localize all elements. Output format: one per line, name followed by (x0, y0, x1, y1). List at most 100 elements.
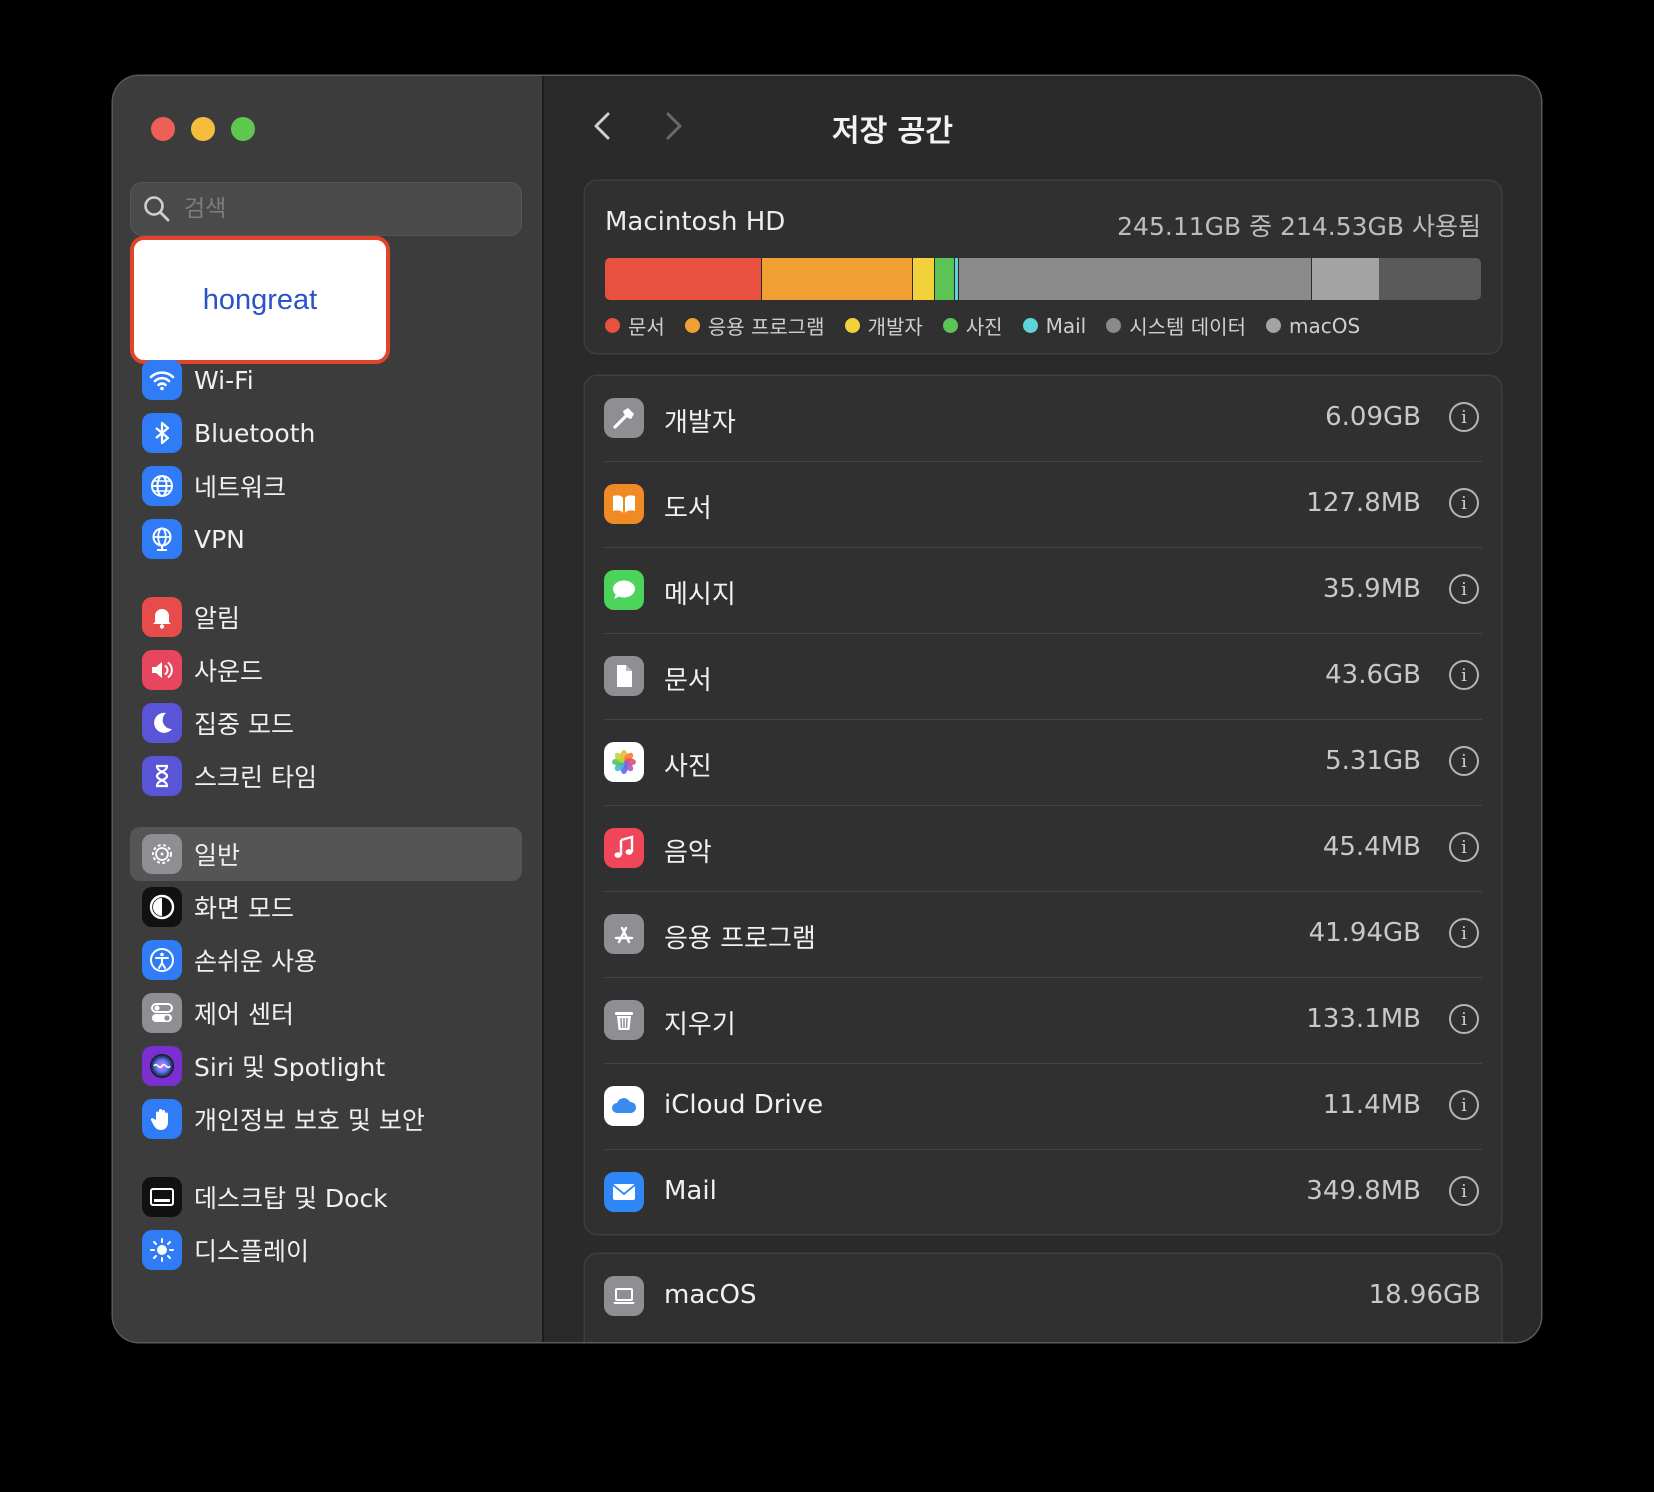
speaker-icon (142, 650, 182, 690)
settings-window: hongreat Wi-Fi Bluetooth 네트워크 VPN 알림사운드집중 모드… (113, 76, 1541, 1342)
sidebar-item-label: VPN (194, 524, 245, 554)
sidebar-item[interactable]: 화면 모드 (130, 880, 522, 934)
zoom-window-button[interactable] (231, 117, 255, 141)
storage-category-row[interactable]: macOS 18.96GB (585, 1254, 1501, 1340)
disk-name: Macintosh HD (605, 207, 786, 237)
app-store-icon (604, 914, 644, 954)
search-input[interactable] (182, 195, 506, 223)
storage-category-row[interactable]: 문서 43.6GB i (585, 634, 1501, 720)
appearance-icon (142, 887, 182, 927)
sidebar-item[interactable]: VPN (130, 512, 522, 566)
category-label: 응용 프로그램 (664, 924, 816, 954)
category-size: 41.94GB (1308, 918, 1421, 948)
moon-icon (142, 703, 182, 743)
sidebar-item[interactable]: Wi-Fi (130, 353, 522, 407)
sidebar-item-label: 일반 (194, 841, 241, 870)
sidebar-item[interactable]: 제어 센터 (130, 986, 522, 1040)
legend-dot (1106, 318, 1122, 333)
account-card[interactable]: hongreat (130, 236, 390, 364)
account-name: hongreat (202, 283, 318, 316)
vpn-globe-icon (142, 519, 182, 559)
sidebar-item-label: 데스크탑 및 Dock (194, 1184, 388, 1213)
sidebar-item-label: 스크린 타임 (194, 763, 317, 792)
hand-icon (142, 1099, 182, 1139)
storage-category-row[interactable]: Mail 349.8MB i (585, 1150, 1501, 1236)
system-storage-list: macOS 18.96GB (585, 1254, 1501, 1342)
info-icon[interactable]: i (1449, 488, 1479, 518)
legend-dot (942, 318, 958, 333)
sidebar-item[interactable]: 집중 모드 (130, 696, 522, 750)
sidebar-item[interactable]: 사운드 (130, 643, 522, 697)
usage-bar-segment (934, 258, 955, 300)
sidebar-item[interactable]: Siri 및 Spotlight (130, 1039, 522, 1093)
minimize-window-button[interactable] (191, 117, 215, 141)
storage-category-row[interactable]: 지우기 133.1MB i (585, 978, 1501, 1064)
forward-chevron-icon[interactable] (652, 106, 692, 146)
sidebar-item[interactable]: 스크린 타임 (130, 749, 522, 803)
sidebar-item[interactable]: 개인정보 보호 및 보안 (130, 1092, 522, 1146)
sidebar-item[interactable]: Bluetooth (130, 406, 522, 460)
bell-icon (142, 597, 182, 637)
info-icon[interactable]: i (1449, 832, 1479, 862)
info-icon[interactable]: i (1449, 402, 1479, 432)
category-label: macOS (664, 1280, 757, 1310)
category-size: 133.1MB (1306, 1004, 1421, 1034)
storage-category-row[interactable]: 사진 5.31GB i (585, 720, 1501, 806)
legend-label: 문서 (628, 315, 665, 339)
category-size: 11.4MB (1322, 1090, 1421, 1120)
category-label: iCloud Drive (664, 1090, 824, 1120)
storage-category-row[interactable]: 도서 127.8MB i (585, 462, 1501, 548)
storage-category-row[interactable]: 음악 45.4MB i (585, 806, 1501, 892)
category-size: 18.96GB (1368, 1280, 1481, 1310)
legend-label: Mail (1045, 313, 1087, 338)
info-icon[interactable]: i (1449, 1090, 1479, 1120)
back-chevron-icon[interactable] (584, 106, 624, 146)
category-size: 43.6GB (1325, 660, 1421, 690)
sidebar-item[interactable]: 데스크탑 및 Dock (130, 1170, 522, 1224)
sidebar-item[interactable]: 디스플레이 (130, 1223, 522, 1277)
sidebar-item-label: 개인정보 보호 및 보안 (194, 1106, 425, 1135)
storage-category-row[interactable]: 메시지 35.9MB i (585, 548, 1501, 634)
info-icon[interactable]: i (1449, 660, 1479, 690)
info-icon[interactable]: i (1449, 746, 1479, 776)
legend-item: 응용 프로그램 (684, 311, 825, 340)
sidebar-item-label: 알림 (194, 604, 241, 633)
sidebar-item[interactable]: 알림 (130, 590, 522, 644)
category-label: 음악 (664, 838, 712, 868)
legend-dot (844, 318, 860, 333)
storage-category-row[interactable]: iCloud Drive 11.4MB i (585, 1064, 1501, 1150)
storage-category-row[interactable]: 응용 프로그램 41.94GB i (585, 892, 1501, 978)
info-icon[interactable]: i (1449, 918, 1479, 948)
category-label: 개발자 (664, 408, 736, 438)
usage-bar-segment (760, 258, 912, 300)
usage-bar-segment (605, 258, 761, 300)
storage-category-row[interactable]: 개발자 6.09GB i (585, 376, 1501, 462)
legend-item: macOS (1265, 311, 1360, 340)
category-label: 도서 (664, 494, 712, 524)
close-window-button[interactable] (151, 117, 175, 141)
storage-category-list: 개발자 6.09GB i 도서 127.8MB i 메시지 35.9MB i 문서 43.6GB i 사… (585, 376, 1501, 1234)
legend-dot (1022, 318, 1038, 333)
sidebar-item-label: Bluetooth (194, 418, 316, 448)
document-icon (604, 656, 644, 696)
cloud-icon (604, 1086, 644, 1126)
toggles-icon (142, 993, 182, 1033)
legend-label: 개발자 (867, 315, 923, 339)
sidebar-item[interactable]: 네트워크 (130, 459, 522, 513)
laptop-icon (604, 1276, 644, 1316)
category-size: 127.8MB (1306, 488, 1421, 518)
sidebar-item-label: 디스플레이 (194, 1237, 310, 1266)
globe-icon (142, 466, 182, 506)
category-label: 지우기 (664, 1010, 736, 1040)
gear-icon (142, 834, 182, 874)
sidebar-item[interactable]: 손쉬운 사용 (130, 933, 522, 987)
page-title: 저장 공간 (832, 114, 953, 149)
legend-item: Mail (1022, 311, 1087, 340)
info-icon[interactable]: i (1449, 1176, 1479, 1206)
search-field[interactable] (130, 182, 522, 236)
wifi-icon (142, 360, 182, 400)
info-icon[interactable]: i (1449, 1004, 1479, 1034)
category-size: 6.09GB (1325, 402, 1421, 432)
sidebar-item[interactable]: 일반 (130, 827, 522, 881)
info-icon[interactable]: i (1449, 574, 1479, 604)
